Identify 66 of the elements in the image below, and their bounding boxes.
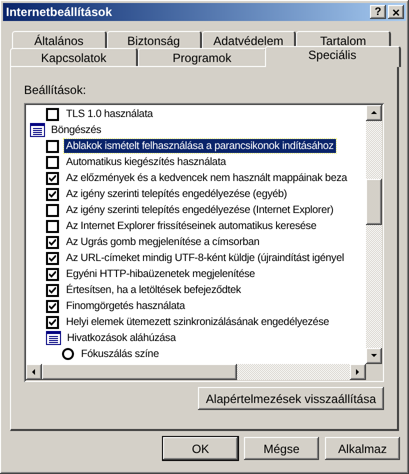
check-icon — [49, 318, 56, 326]
option-label: Egyéni HTTP-hibaüzenetek megjelenítése — [65, 267, 256, 281]
arrow-up-icon — [370, 109, 378, 117]
checkbox[interactable] — [46, 204, 59, 216]
tab[interactable]: Speciális — [264, 46, 401, 67]
list-icon — [30, 123, 45, 137]
group-label: Böngészés — [50, 123, 102, 137]
option-label: Ablakok ismételt felhasználása a parancsikonok indításához — [64, 139, 336, 153]
scrollbar-corner — [366, 364, 382, 380]
group-label: Hivatkozások aláhúzása — [66, 331, 177, 345]
arrow-down-icon — [370, 352, 378, 360]
check-icon — [49, 286, 56, 294]
check-icon — [49, 302, 56, 310]
option-label: TLS 1.0 használata — [65, 107, 154, 121]
tab[interactable]: Általános — [12, 31, 107, 49]
scrollbar-thumb[interactable] — [42, 364, 237, 380]
checkbox[interactable] — [46, 236, 59, 248]
option-label: Az igény szerinti telepítés engedélyezése (Internet Explorer) — [65, 203, 334, 217]
arrow-left-icon — [30, 368, 38, 376]
tab[interactable]: Biztonság — [106, 31, 202, 49]
dialog-button[interactable]: Mégse — [244, 437, 319, 460]
settings-label: Beállítások: — [24, 82, 88, 99]
close-button[interactable]: × — [388, 5, 404, 19]
checkbox[interactable] — [46, 172, 59, 184]
checkbox[interactable] — [46, 108, 59, 120]
option-label: Az előzmények és a kedvencek nem használt mappáinak beza — [65, 171, 348, 185]
scroll-arrow-button[interactable] — [366, 348, 382, 364]
arrow-right-icon — [354, 368, 362, 376]
checkbox[interactable] — [46, 316, 59, 328]
scrollbar-thumb[interactable] — [366, 179, 382, 225]
option-label: Az Internet Explorer frissítéseinek automatikus keresése — [65, 219, 318, 233]
window-title: Internetbeállítások — [6, 4, 114, 21]
check-icon — [49, 174, 56, 182]
scroll-arrow-button[interactable] — [350, 364, 366, 380]
list-icon — [46, 331, 61, 345]
option-label: Finomgörgetés használata — [65, 299, 186, 313]
option-label: Az URL-címeket mindig UTF-8-ként küldje (újraindítást igényel — [65, 251, 345, 265]
checkbox[interactable] — [46, 156, 59, 168]
check-icon — [49, 190, 56, 198]
settings-list[interactable] — [24, 103, 384, 382]
checkbox[interactable] — [46, 140, 59, 152]
checkbox[interactable] — [46, 252, 59, 264]
dialog-button[interactable]: Alkalmaz — [325, 437, 400, 460]
tab[interactable]: Kapcsolatok — [10, 48, 138, 66]
checkbox[interactable] — [46, 188, 59, 200]
radio-button[interactable] — [62, 348, 74, 360]
check-icon — [49, 254, 56, 262]
tab[interactable]: Adatvédelem — [202, 31, 296, 49]
option-label: Automatikus kiegészítés használata — [65, 155, 228, 169]
scroll-arrow-button[interactable] — [366, 105, 382, 121]
checkbox[interactable] — [46, 300, 59, 312]
dialog-button[interactable]: OK — [163, 437, 238, 460]
check-icon — [49, 270, 56, 278]
option-label: Értesítsen, ha a letöltések befejeződtek — [65, 283, 242, 297]
restore-defaults-button[interactable]: Alapértelmezések visszaállítása — [198, 387, 384, 410]
checkbox[interactable] — [46, 268, 59, 280]
scroll-arrow-button[interactable] — [26, 364, 42, 380]
option-label: Fókuszálás színe — [80, 347, 160, 361]
checkbox[interactable] — [46, 220, 59, 232]
checkbox[interactable] — [46, 284, 59, 296]
tab[interactable]: Programok — [138, 48, 267, 66]
help-button[interactable]: ? — [370, 5, 386, 19]
option-label: Az igény szerinti telepítés engedélyezése (egyéb) — [65, 187, 288, 201]
option-label: Helyi elemek ütemezett szinkronizálásának engedélyezése — [65, 315, 330, 329]
check-icon — [49, 238, 56, 246]
option-label: Az Ugrás gomb megjelenítése a címsorban — [65, 235, 260, 249]
